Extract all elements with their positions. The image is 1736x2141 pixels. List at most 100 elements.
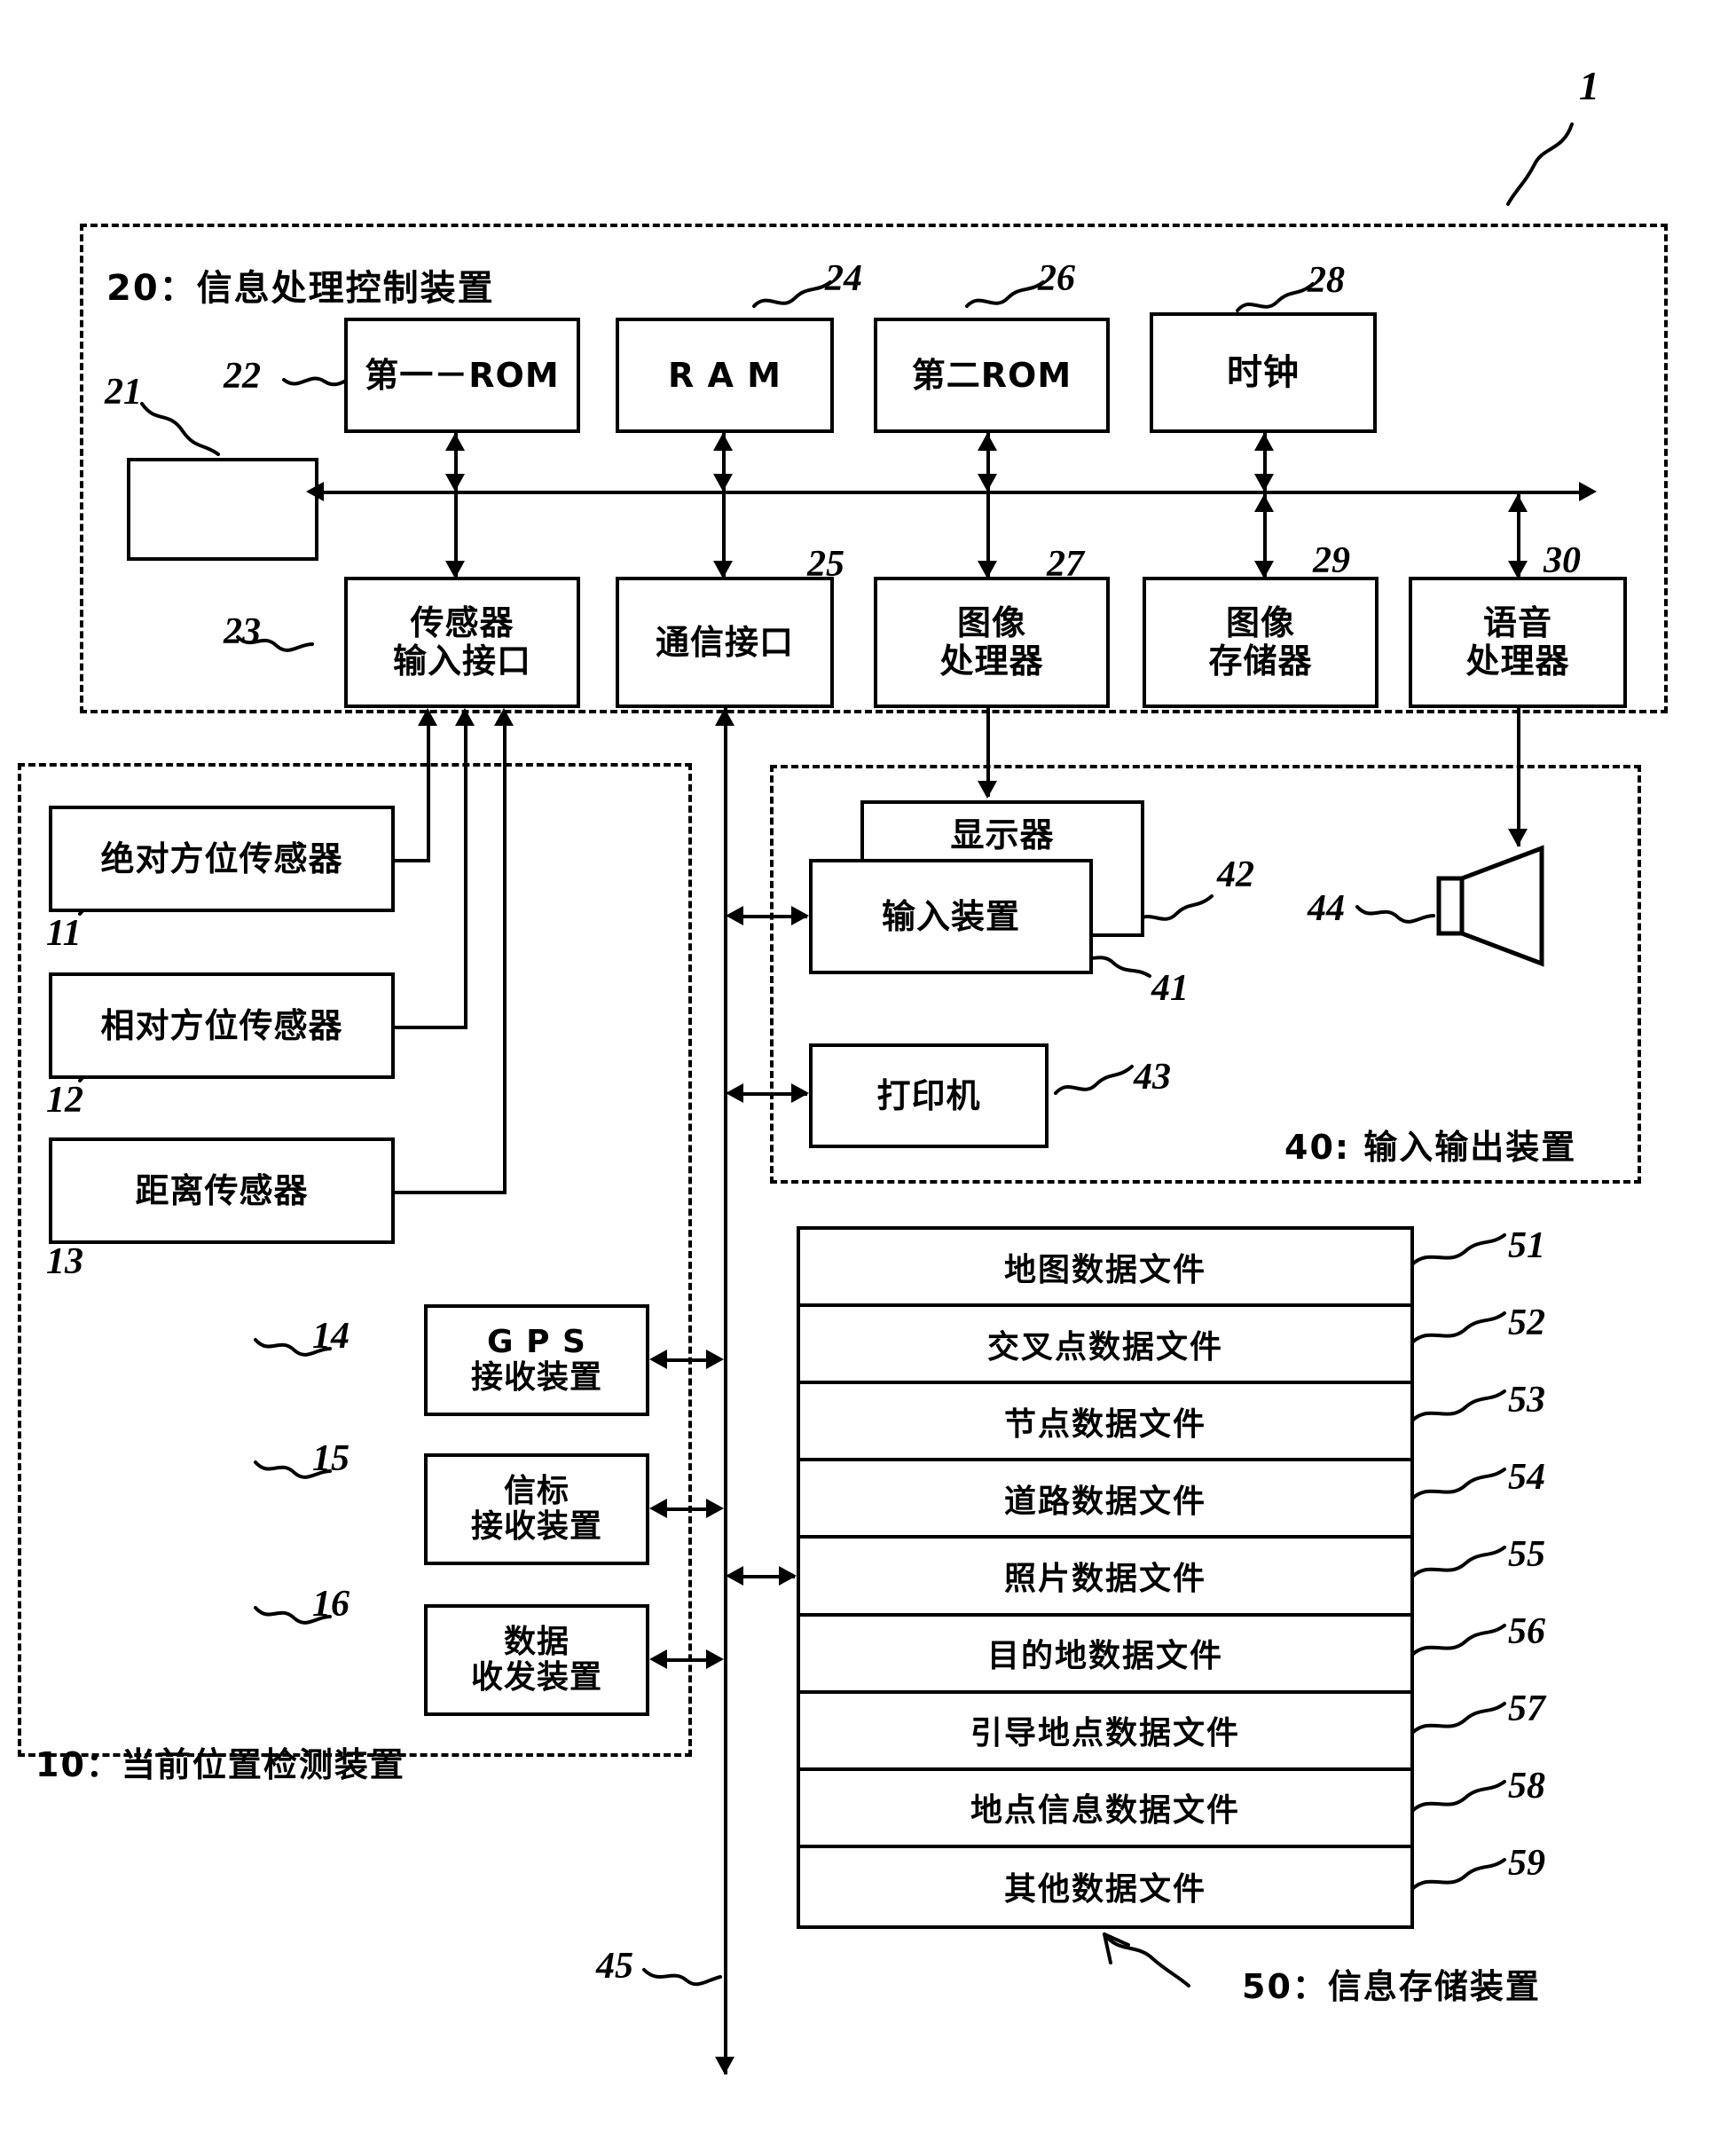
abs-sensor-arrow-up: [418, 708, 437, 726]
clock-arrow-down: [1254, 474, 1274, 492]
beacon-receiver-label-1: 信标: [503, 1472, 570, 1509]
leader-54: [1410, 1468, 1506, 1500]
ref-28: 28: [1308, 260, 1345, 301]
image-memory-label-1: 图像: [1225, 603, 1295, 643]
ref-27: 27: [1047, 544, 1084, 585]
storage-file-row[interactable]: 引导地点数据文件: [800, 1694, 1410, 1771]
absolute-azimuth-sensor-label: 绝对方位传感器: [100, 838, 343, 878]
rom1-arrow-up: [445, 433, 465, 451]
leader-57: [1410, 1702, 1506, 1735]
ref-14: 14: [312, 1316, 350, 1357]
image-processor-label-2: 处理器: [939, 642, 1044, 681]
abs-sensor-wire-v: [427, 726, 430, 861]
relative-azimuth-sensor-block[interactable]: 相对方位传感器: [49, 972, 395, 1079]
cpu-block[interactable]: [127, 458, 318, 561]
ref-25: 25: [807, 544, 844, 585]
ref-52: 52: [1508, 1302, 1545, 1343]
image-memory-block[interactable]: 图像 存储器: [1143, 577, 1379, 708]
control-unit-label: 20：信息处理控制装置: [106, 268, 495, 309]
ref-24: 24: [825, 258, 862, 299]
storage-file-row[interactable]: 地图数据文件: [800, 1230, 1410, 1308]
cpu-bus-arrow-left: [306, 482, 324, 501]
leader-58: [1410, 1780, 1506, 1813]
storage-file-row[interactable]: 地点信息数据文件: [800, 1771, 1410, 1848]
printer-block[interactable]: 打印机: [809, 1043, 1049, 1148]
distance-sensor-label: 距离传感器: [135, 1170, 309, 1210]
input-device-arrow-right: [791, 906, 809, 925]
storage-file-row[interactable]: 照片数据文件: [800, 1539, 1410, 1617]
leader-53: [1410, 1389, 1506, 1422]
storage-file-label: 目的地数据文件: [986, 1638, 1223, 1675]
gps-receiver-label-1: G P S: [487, 1323, 586, 1360]
storage-file-row[interactable]: 其他数据文件: [800, 1848, 1410, 1925]
ref-55: 55: [1508, 1534, 1545, 1575]
cpu-bus-line: [318, 491, 1582, 494]
ram-block[interactable]: R A M: [616, 318, 834, 433]
speaker-feed-line: [1517, 708, 1520, 846]
beacon-receiver-label-2: 接收装置: [470, 1508, 602, 1545]
io-unit-label: 40: 输入输出装置: [1284, 1128, 1577, 1167]
ram-label: R A M: [668, 355, 782, 395]
ram-arrow-up: [713, 433, 733, 451]
ref-23: 23: [224, 611, 261, 652]
communication-interface-block[interactable]: 通信接口: [616, 577, 834, 708]
distance-sensor-block[interactable]: 距离传感器: [49, 1137, 395, 1244]
storage-file-label: 引导地点数据文件: [970, 1715, 1240, 1752]
first-rom-block[interactable]: 第一－ROM: [344, 318, 580, 433]
storage-file-label: 地图数据文件: [1003, 1251, 1206, 1288]
storage-file-label: 交叉点数据文件: [986, 1328, 1223, 1366]
beacon-receiver-block[interactable]: 信标 接收装置: [424, 1453, 649, 1565]
input-device-arrow-left: [726, 906, 743, 925]
absolute-azimuth-sensor-block[interactable]: 绝对方位传感器: [49, 806, 395, 912]
display-label: 显示器: [950, 815, 1055, 854]
leader-50: [1103, 1932, 1190, 1988]
storage-file-row[interactable]: 交叉点数据文件: [800, 1307, 1410, 1385]
ref-26: 26: [1038, 258, 1075, 299]
clock-block[interactable]: 时钟: [1150, 312, 1377, 433]
ref-30: 30: [1544, 540, 1581, 581]
leader-50-head: [1103, 1932, 1130, 1964]
ref-figure-1: 1: [1579, 63, 1599, 108]
sensor-input-interface-block[interactable]: 传感器 输入接口: [344, 577, 580, 708]
voice-processor-label-2: 处理器: [1465, 642, 1570, 681]
image-processor-block[interactable]: 图像 处理器: [874, 577, 1110, 708]
second-rom-label: 第二ROM: [911, 355, 1072, 395]
ref-58: 58: [1508, 1766, 1545, 1807]
ref-29: 29: [1313, 540, 1350, 581]
storage-file-row[interactable]: 目的地数据文件: [800, 1617, 1410, 1694]
storage-unit-label: 50：信息存储装置: [1242, 1967, 1541, 2006]
leader-52: [1410, 1311, 1506, 1344]
input-device-block[interactable]: 输入装置: [809, 859, 1093, 974]
gps-arrow-left: [649, 1350, 667, 1369]
imgmem-arrow-down: [1254, 561, 1274, 579]
storage-file-row[interactable]: 道路数据文件: [800, 1461, 1410, 1539]
storage-file-label: 照片数据文件: [1003, 1560, 1206, 1597]
ref-42: 42: [1217, 854, 1254, 895]
dist-sensor-wire-h: [393, 1191, 507, 1194]
cpu-bus-arrow-right: [1579, 482, 1597, 501]
display-feed-arrow: [978, 781, 997, 799]
clock-label: 时钟: [1227, 351, 1300, 393]
beacon-arrow-left: [649, 1499, 667, 1518]
voice-processor-block[interactable]: 语音 处理器: [1409, 577, 1627, 708]
abs-sensor-wire-h: [393, 859, 430, 862]
gps-receiver-block[interactable]: G P S 接收装置: [424, 1304, 649, 1416]
gps-arrow-right: [706, 1350, 724, 1369]
imgmem-arrow-up: [1254, 494, 1274, 512]
image-memory-label-2: 存储器: [1208, 642, 1313, 681]
voiceproc-arrow-up: [1508, 494, 1528, 512]
speaker-feed-arrow: [1508, 829, 1528, 846]
sensorif-arrow-down: [445, 561, 465, 579]
storage-file-row[interactable]: 节点数据文件: [800, 1384, 1410, 1462]
leader-56: [1410, 1624, 1506, 1657]
first-rom-label: 第一－ROM: [365, 355, 560, 395]
transceiver-arrow-right: [706, 1649, 724, 1669]
speaker-icon: [1435, 843, 1568, 972]
storage-file-label: 地点信息数据文件: [970, 1792, 1240, 1830]
data-transceiver-block[interactable]: 数据 收发装置: [424, 1604, 649, 1716]
ref-11: 11: [46, 913, 82, 954]
storage-file-label: 节点数据文件: [1003, 1405, 1206, 1443]
second-rom-block[interactable]: 第二ROM: [874, 318, 1110, 433]
ram-arrow-down: [713, 474, 733, 492]
ref-59: 59: [1508, 1843, 1545, 1885]
